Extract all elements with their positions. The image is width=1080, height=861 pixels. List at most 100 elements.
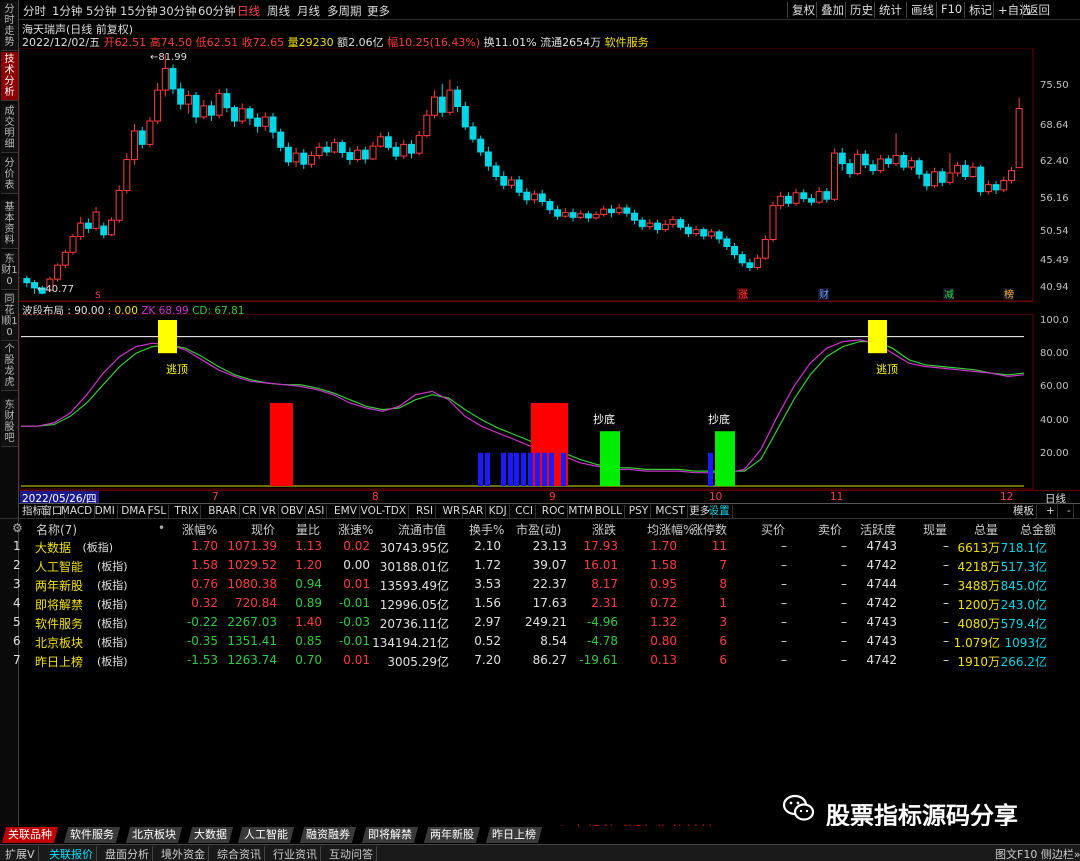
block-tab-8[interactable]: 昨日上榜: [485, 827, 543, 843]
indicator-tab-9[interactable]: VR: [259, 505, 279, 518]
indicator-tab-12[interactable]: EMV: [332, 505, 360, 518]
table-row[interactable]: 3 两年新股 0.76 1080.38 0.94 0.01 13593.49亿 3.53 22.…: [0, 575, 1080, 594]
column-header-15[interactable]: 总量: [974, 521, 998, 538]
column-header-3[interactable]: 量比: [296, 521, 320, 538]
period-tab-5[interactable]: 60分钟: [198, 3, 236, 19]
block-tab-0[interactable]: 关联品种: [1, 827, 59, 843]
indicator-tab-16[interactable]: SAR: [460, 505, 487, 518]
event-mark-1[interactable]: 财: [819, 288, 829, 301]
block-tab-2[interactable]: 北京板块: [125, 827, 183, 843]
sidebar-item-7[interactable]: 个股龙虎: [1, 342, 18, 391]
status-item-2[interactable]: 盘面分析: [102, 846, 153, 861]
indicator-tab-right-2[interactable]: -: [1065, 505, 1074, 518]
sidebar-item-4[interactable]: 基本资料: [1, 200, 18, 249]
table-row[interactable]: 4 即将解禁 0.32 720.84 0.89 -0.01 12996.05亿 1.56 17.…: [0, 594, 1080, 613]
period-tab-3[interactable]: 15分钟: [120, 3, 158, 19]
sidebar-item-3[interactable]: 分价表: [1, 156, 18, 194]
column-header-5[interactable]: 流通市值: [398, 521, 446, 538]
period-tab-9[interactable]: 多周期: [327, 3, 362, 19]
column-header-13[interactable]: 活跃度: [860, 521, 896, 538]
indicator-tab-10[interactable]: OBV: [279, 505, 307, 518]
indicator-tab-14[interactable]: RSI: [414, 505, 437, 518]
period-tab-6[interactable]: 日线: [237, 3, 260, 19]
toolbar-button-4[interactable]: 画线: [906, 2, 938, 18]
column-header-7[interactable]: 市盈(动): [516, 521, 561, 538]
toolbar-button-5[interactable]: F10: [936, 2, 966, 18]
status-item-6[interactable]: 互动问答: [326, 846, 377, 861]
column-header-8[interactable]: 涨跌: [592, 521, 616, 538]
event-mark-3[interactable]: 榜: [1004, 288, 1014, 301]
toolbar-button-2[interactable]: 历史: [845, 2, 877, 18]
status-right[interactable]: 图文F10 侧边栏»: [995, 846, 1080, 861]
indicator-tab-23[interactable]: MCST: [653, 505, 688, 518]
column-header-14[interactable]: 现量: [923, 521, 947, 538]
table-row[interactable]: 2 人工智能 1.58 1029.52 1.20 0.00 30188.01亿 1.72 39.…: [0, 556, 1080, 575]
status-item-5[interactable]: 行业资讯: [270, 846, 321, 861]
period-tab-4[interactable]: 30分钟: [159, 3, 197, 19]
indicator-tab-25[interactable]: 设置: [707, 505, 733, 518]
column-header-0[interactable]: 名称(7): [36, 521, 77, 538]
toolbar-button-0[interactable]: 复权: [787, 2, 819, 18]
sidebar-item-2[interactable]: 成交明细: [1, 104, 18, 153]
table-row[interactable]: 5 软件服务 -0.22 2267.03 1.40 -0.03 20736.11亿 2.97 2…: [0, 613, 1080, 632]
column-header-4[interactable]: 涨速%: [338, 521, 373, 538]
event-mark-0[interactable]: 涨: [738, 289, 748, 301]
indicator-tab-22[interactable]: PSY: [627, 505, 652, 518]
block-tab-3[interactable]: 大数据: [187, 827, 234, 843]
indicator-tab-8[interactable]: CR: [240, 505, 260, 518]
indicator-tab-right-1[interactable]: +: [1044, 505, 1058, 518]
table-row[interactable]: 1 大数据 1.70 1071.39 1.13 0.02 30743.95亿 2.10 23.1…: [0, 537, 1080, 556]
sidebar-item-5[interactable]: 东财10: [1, 252, 18, 290]
column-header-16[interactable]: 总金额: [1020, 521, 1056, 538]
status-item-1[interactable]: 关联报价: [46, 846, 97, 861]
status-item-4[interactable]: 综合资讯: [214, 846, 265, 861]
block-tab-7[interactable]: 两年新股: [423, 827, 481, 843]
block-tab-6[interactable]: 即将解禁: [361, 827, 419, 843]
period-tab-2[interactable]: 5分钟: [86, 3, 116, 19]
indicator-tab-18[interactable]: CCI: [513, 505, 536, 518]
indicator-tab-7[interactable]: BRAR: [206, 505, 240, 518]
sidebar-item-0[interactable]: 分时走势: [1, 2, 18, 51]
indicator-tab-21[interactable]: BOLL: [593, 505, 625, 518]
candlestick-chart[interactable]: ←81.99 ←40.77 涨 财 减 榜 S: [19, 48, 1036, 304]
period-tab-0[interactable]: 分时: [23, 3, 46, 19]
toolbar-button-8[interactable]: 返回: [1022, 2, 1054, 18]
indicator-tab-19[interactable]: ROC: [540, 505, 568, 518]
indicator-tab-2[interactable]: MACD: [59, 505, 96, 518]
table-row[interactable]: 7 昨日上榜 -1.53 1263.74 0.70 0.01 3005.29亿 7.20 86.…: [0, 651, 1080, 670]
status-item-3[interactable]: 境外资金: [158, 846, 209, 861]
indicator-tab-6[interactable]: TRIX: [172, 505, 202, 518]
table-row[interactable]: 6 北京板块 -0.35 1351.41 0.85 -0.01 134194.21亿 0.52…: [0, 632, 1080, 651]
indicator-tab-5[interactable]: FSL: [146, 505, 170, 518]
column-header-12[interactable]: 卖价: [818, 521, 842, 538]
period-tab-8[interactable]: 月线: [297, 3, 320, 19]
period-tab-1[interactable]: 1分钟: [52, 3, 82, 19]
period-tab-10[interactable]: 更多: [367, 3, 390, 19]
indicator-tab-4[interactable]: DMA: [119, 505, 149, 518]
column-header-6[interactable]: 换手%: [469, 521, 504, 538]
indicator-tab-3[interactable]: DMI: [93, 505, 118, 518]
column-header-9[interactable]: 均涨幅%: [647, 521, 694, 538]
event-mark-2[interactable]: 减: [944, 289, 954, 301]
sidebar-item-6[interactable]: 同花顺10: [1, 292, 18, 341]
indicator-tab-17[interactable]: KDJ: [487, 505, 510, 518]
period-tab-7[interactable]: 周线: [267, 3, 290, 19]
block-tab-1[interactable]: 软件服务: [63, 827, 121, 843]
indicator-tab-11[interactable]: ASI: [305, 505, 328, 518]
indicator-tab-20[interactable]: MTM: [566, 505, 596, 518]
indicator-tab-right-0[interactable]: 模板: [1011, 505, 1037, 518]
toolbar-button-3[interactable]: 统计: [874, 2, 906, 18]
settings-gear-icon[interactable]: ⚙: [12, 521, 23, 535]
sidebar-item-1[interactable]: 技术分析: [1, 52, 18, 101]
column-header-2[interactable]: 现价: [251, 521, 275, 538]
block-tab-4[interactable]: 人工智能: [237, 827, 295, 843]
column-header-1[interactable]: 涨幅%: [182, 521, 217, 538]
column-header-10[interactable]: 涨停数: [691, 521, 727, 538]
block-tab-5[interactable]: 融资融券: [299, 827, 357, 843]
indicator-chart[interactable]: 抄底 抄底 逃顶 逃顶: [19, 314, 1036, 490]
toolbar-button-6[interactable]: 标记: [964, 2, 996, 18]
status-item-0[interactable]: 扩展V: [2, 846, 39, 861]
toolbar-button-1[interactable]: 叠加: [816, 2, 848, 18]
indicator-tab-13[interactable]: VOL-TDX: [359, 505, 410, 518]
column-header-11[interactable]: 买价: [761, 521, 785, 538]
